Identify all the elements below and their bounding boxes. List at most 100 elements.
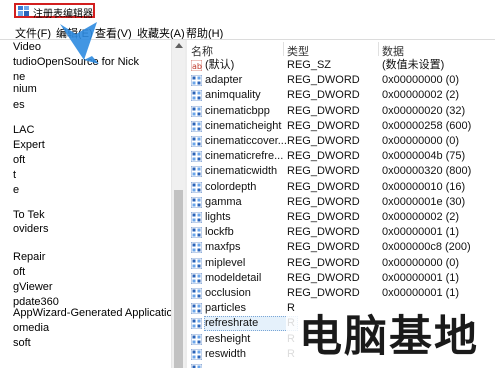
window-title: 注册表编辑器 [33,9,93,20]
tree-node[interactable]: LAC [13,123,34,138]
value-row[interactable]: lockfb REG_DWORD 0x00000001 (1) [187,225,495,240]
tree-node[interactable]: Expert [13,138,45,153]
string-value-icon: ab [191,60,202,71]
dword-value-icon [191,136,202,147]
tree-node[interactable]: tudioOpenSource for Nick [13,55,139,70]
value-name: animquality [205,89,261,102]
value-data: 0x000000c8 (200) [382,241,471,254]
value-row[interactable]: cinematicheight REG_DWORD 0x00000258 (600) [187,119,495,134]
value-type: REG_DWORD [287,226,360,239]
scroll-thumb[interactable] [174,190,183,368]
tree-node[interactable]: gViewer [13,280,53,295]
column-separator[interactable] [283,42,284,56]
dword-value-icon [191,257,202,269]
value-data: 0x00000002 (2) [382,211,460,223]
value-data: 0x00000000 (0) [382,256,460,269]
value-data: 0x00000002 (2) [382,89,460,102]
value-row[interactable]: cinematicbpp REG_DWORD 0x00000020 (32) [187,104,495,119]
dword-value-icon [191,196,202,208]
value-data: 0x00000001 (1) [382,287,460,299]
list-header: 名称 类型 数据 [187,40,495,58]
value-name: cinematicrefre... [205,150,284,163]
value-row[interactable]: occlusion REG_DWORD 0x00000001 (1) [187,286,495,301]
value-row[interactable]: cinematiccover... REG_DWORD 0x00000000 (0) [187,134,495,149]
value-name: particles [205,302,246,315]
value-data: (数值未设置) [382,59,445,71]
value-name: cinematiccover... [205,135,287,147]
tree-node[interactable]: To Tek [13,208,45,223]
value-type: REG_DWORD [287,211,360,223]
value-row[interactable]: animquality REG_DWORD 0x00000002 (2) [187,88,495,103]
dword-value-icon [191,120,202,132]
value-data: 0x00000258 (600) [382,119,472,132]
value-row[interactable]: lights REG_DWORD 0x00000002 (2) [187,210,495,225]
value-name: occlusion [205,287,251,299]
value-name: (默认) [205,59,235,71]
value-name: lights [205,211,231,223]
dword-value-icon [191,227,202,239]
tree-node[interactable]: Repair [13,250,45,265]
dword-value-icon [191,272,202,284]
value-type: REG_DWORD [287,241,360,254]
value-row[interactable]: modeldetail REG_DWORD 0x00000001 (1) [187,271,495,286]
dword-value-icon [191,364,202,368]
regedit-app-icon [18,6,29,16]
tree-node[interactable]: es [13,98,25,113]
value-row[interactable]: maxfps REG_DWORD 0x000000c8 (200) [187,240,495,255]
value-row[interactable]: ab (默认) REG_SZ (数值未设置) [187,58,495,73]
value-row[interactable]: cinematicwidth REG_DWORD 0x00000320 (800) [187,164,495,179]
tree-node[interactable]: omedia [13,321,49,336]
tree-node[interactable]: e [13,183,19,198]
dword-value-icon [191,212,202,223]
tree-scrollbar[interactable] [171,40,185,368]
value-data: 0x00000001 (1) [382,271,460,284]
value-type: REG_DWORD [287,104,360,117]
value-name: adapter [205,74,243,87]
dword-value-icon [191,105,202,117]
tree-node[interactable]: oft [13,265,25,280]
tree-node[interactable]: nium [13,82,37,97]
dword-value-icon [191,151,202,163]
value-row[interactable]: cinematicrefre... REG_DWORD 0x0000004b (75… [187,149,495,164]
value-name: reswidth [205,347,246,360]
column-separator[interactable] [378,42,379,56]
value-row[interactable]: adapter REG_DWORD 0x00000000 (0) [187,73,495,88]
value-type: REG_DWORD [287,256,360,269]
tree-node[interactable]: soft [13,336,31,351]
tree-node[interactable]: AppWizard-Generated Applicatio [13,306,171,321]
column-header-type[interactable]: 类型 [287,43,309,59]
value-data: 0x00000000 (0) [382,74,460,87]
value-name: lockfb [205,226,234,239]
value-type: REG_DWORD [287,150,360,163]
dword-value-icon [191,242,202,254]
column-header-data[interactable]: 数据 [382,43,404,59]
value-type: R [287,302,295,315]
dword-value-icon [191,348,202,360]
value-type: REG_DWORD [287,74,360,87]
value-type: REG_DWORD [287,135,360,147]
column-header-name[interactable]: 名称 [191,43,213,59]
value-type: REG_DWORD [287,165,360,178]
tree-node[interactable]: Video [13,40,41,55]
svg-text:ab: ab [192,62,202,71]
value-row[interactable]: gamma REG_DWORD 0x0000001e (30) [187,195,495,210]
value-type: REG_DWORD [287,271,360,284]
scroll-up-arrow-icon[interactable] [175,43,183,48]
value-data: 0x00000010 (16) [382,180,466,193]
key-tree-pane[interactable]: Video tudioOpenSource for Nick ne nium e… [0,40,171,368]
tree-node[interactable]: t [13,168,16,183]
dword-value-icon [191,166,202,178]
value-type: REG_DWORD [287,180,360,193]
value-data: 0x00000020 (32) [382,104,466,117]
value-name: cinematicbpp [205,104,270,117]
tree-node[interactable]: oft [13,153,25,168]
value-row[interactable]: miplevel REG_DWORD 0x00000000 (0) [187,256,495,271]
tree-node[interactable]: oviders [13,222,48,237]
value-name: modeldetail [205,271,262,284]
dword-value-icon [191,90,202,102]
value-row[interactable]: colordepth REG_DWORD 0x00000010 (16) [187,180,495,195]
value-type: REG_DWORD [287,89,360,102]
value-name: maxfps [205,241,241,254]
value-type: REG_SZ [287,59,332,71]
value-data: 0x00000001 (1) [382,226,460,239]
